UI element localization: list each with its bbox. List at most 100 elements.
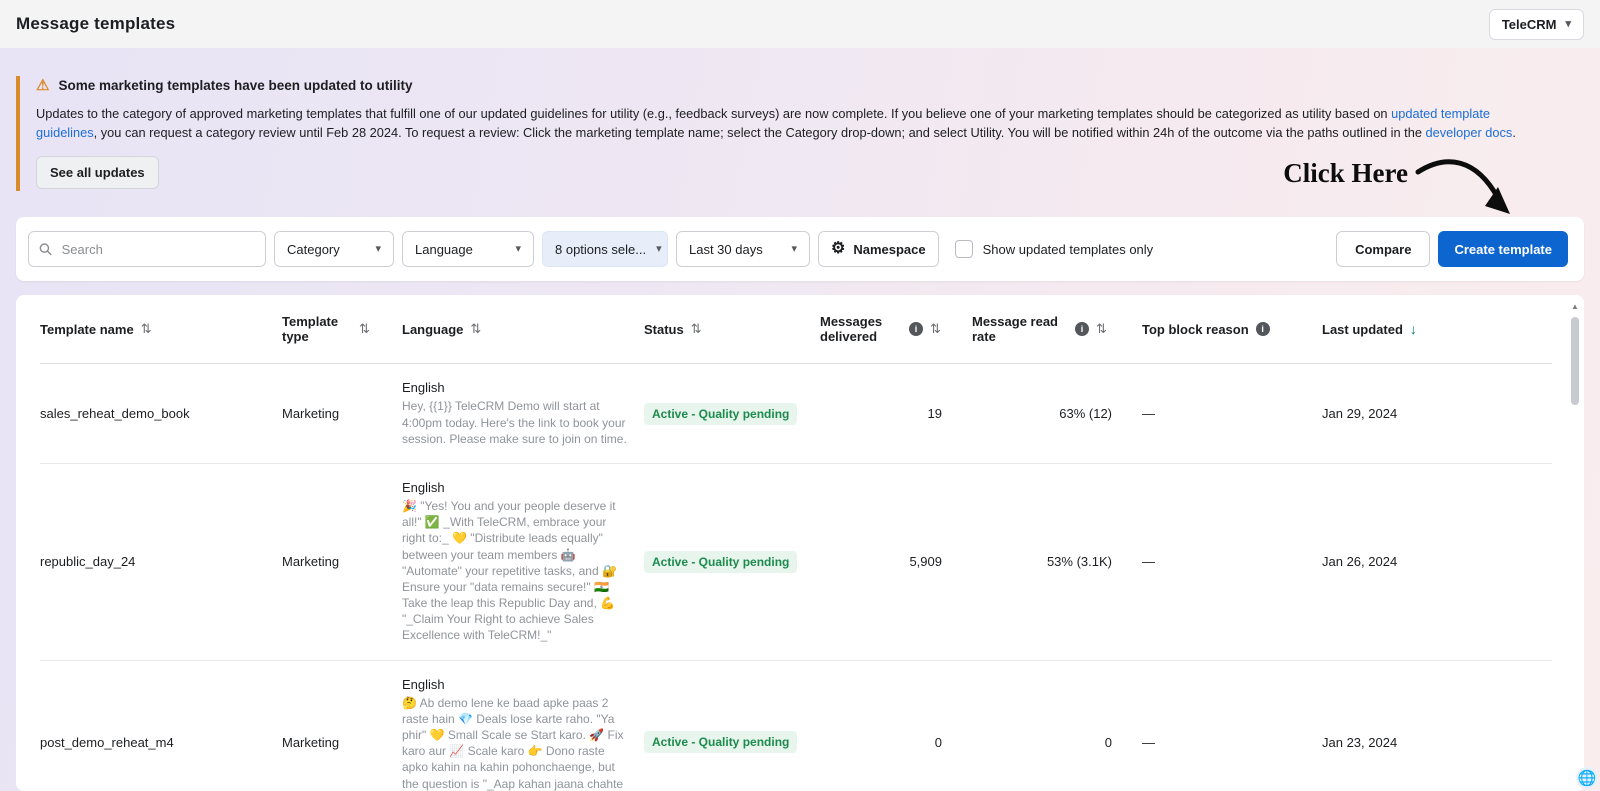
- header-language[interactable]: Language ⇅: [402, 295, 644, 364]
- click-here-annotation: Click Here: [1283, 158, 1514, 228]
- info-icon[interactable]: i: [1256, 322, 1270, 336]
- banner-body: Updates to the category of approved mark…: [36, 104, 1541, 142]
- template-name-cell[interactable]: sales_reheat_demo_book: [40, 364, 282, 464]
- banner-text-3: .: [1512, 125, 1516, 140]
- page-body: ⚠ Some marketing templates have been upd…: [0, 48, 1600, 791]
- language-cell: English 🤔 Ab demo lene ke baad apke paas…: [402, 660, 644, 791]
- account-name: TeleCRM: [1502, 17, 1557, 32]
- messages-delivered-cell: 5,909: [820, 463, 972, 660]
- sort-icon: ⇅: [1096, 321, 1107, 337]
- search-input-wrapper: [28, 231, 266, 267]
- block-reason-cell: —: [1142, 364, 1322, 464]
- language-name: English: [402, 380, 636, 395]
- block-reason-cell: —: [1142, 660, 1322, 791]
- language-cell: English Hey, {{1}} TeleCRM Demo will sta…: [402, 364, 644, 464]
- status-badge: Active - Quality pending: [644, 403, 797, 425]
- status-filter[interactable]: 8 options sele... ▾: [542, 231, 668, 267]
- status-filter-label: 8 options sele...: [555, 242, 646, 257]
- status-badge: Active - Quality pending: [644, 551, 797, 573]
- table-row[interactable]: sales_reheat_demo_book Marketing English…: [40, 364, 1552, 464]
- search-input[interactable]: [60, 241, 255, 258]
- table-row[interactable]: post_demo_reheat_m4 Marketing English 🤔 …: [40, 660, 1552, 791]
- language-name: English: [402, 480, 636, 495]
- page-title: Message templates: [16, 14, 175, 34]
- header-label: Template type: [282, 314, 352, 344]
- annotation-text: Click Here: [1283, 158, 1408, 189]
- chevron-down-icon: ▾: [515, 244, 521, 255]
- sort-descending-icon: ↓: [1410, 321, 1417, 337]
- last-updated-cell: Jan 26, 2024: [1322, 463, 1552, 660]
- category-filter-label: Category: [287, 242, 340, 257]
- block-reason-cell: —: [1142, 463, 1322, 660]
- scroll-up-icon[interactable]: ▲: [1569, 301, 1581, 313]
- template-preview: 🎉 "Yes! You and your people deserve it a…: [402, 498, 630, 644]
- header-label: Language: [402, 322, 463, 337]
- banner-title-row: ⚠ Some marketing templates have been upd…: [36, 76, 1584, 94]
- header-status[interactable]: Status ⇅: [644, 295, 820, 364]
- date-range-filter[interactable]: Last 30 days ▾: [676, 231, 810, 267]
- table-header-row: Template name ⇅ Template type ⇅ Language: [40, 295, 1552, 364]
- template-preview: 🤔 Ab demo lene ke baad apke paas 2 raste…: [402, 695, 630, 791]
- create-template-button[interactable]: Create template: [1438, 231, 1568, 267]
- curved-arrow-icon: [1414, 154, 1514, 228]
- chevron-down-icon: ▾: [656, 244, 662, 255]
- language-cell: English 🎉 "Yes! You and your people dese…: [402, 463, 644, 660]
- status-cell: Active - Quality pending: [644, 660, 820, 791]
- see-all-updates-button[interactable]: See all updates: [36, 156, 159, 189]
- gear-icon: ⚙: [831, 241, 845, 257]
- template-type-cell: Marketing: [282, 364, 402, 464]
- header-label: Last updated: [1322, 322, 1403, 337]
- template-type-cell: Marketing: [282, 463, 402, 660]
- language-name: English: [402, 677, 636, 692]
- info-icon[interactable]: i: [1075, 322, 1089, 336]
- header-template-name[interactable]: Template name ⇅: [40, 295, 282, 364]
- table-row[interactable]: republic_day_24 Marketing English 🎉 "Yes…: [40, 463, 1552, 660]
- namespace-button[interactable]: ⚙ Namespace: [818, 231, 939, 267]
- header-label: Status: [644, 322, 684, 337]
- sort-icon: ⇅: [691, 321, 702, 337]
- header-messages-delivered[interactable]: Messages delivered i ⇅: [820, 295, 972, 364]
- header-label: Messages delivered: [820, 314, 902, 344]
- chevron-down-icon: ▾: [375, 244, 381, 255]
- chevron-down-icon: ▾: [1565, 19, 1571, 30]
- last-updated-cell: Jan 23, 2024: [1322, 660, 1552, 791]
- status-badge: Active - Quality pending: [644, 731, 797, 753]
- template-name-cell[interactable]: post_demo_reheat_m4: [40, 660, 282, 791]
- show-updated-toggle[interactable]: Show updated templates only: [955, 240, 1154, 258]
- banner-text-1: Updates to the category of approved mark…: [36, 106, 1391, 121]
- vertical-scrollbar[interactable]: ▲: [1569, 301, 1581, 785]
- header-message-read-rate[interactable]: Message read rate i ⇅: [972, 295, 1142, 364]
- namespace-label: Namespace: [853, 242, 925, 257]
- template-preview: Hey, {{1}} TeleCRM Demo will start at 4:…: [402, 398, 630, 447]
- info-icon[interactable]: i: [909, 322, 923, 336]
- account-selector[interactable]: TeleCRM ▾: [1489, 9, 1584, 40]
- top-header: Message templates TeleCRM ▾: [0, 0, 1600, 48]
- header-top-block-reason[interactable]: Top block reason i: [1142, 295, 1322, 364]
- sort-icon: ⇅: [470, 321, 481, 337]
- last-updated-cell: Jan 29, 2024: [1322, 364, 1552, 464]
- developer-docs-link[interactable]: developer docs: [1426, 125, 1513, 140]
- header-label: Top block reason: [1142, 322, 1249, 337]
- template-type-cell: Marketing: [282, 660, 402, 791]
- read-rate-cell: 0: [972, 660, 1142, 791]
- messages-delivered-cell: 19: [820, 364, 972, 464]
- header-label: Message read rate: [972, 314, 1068, 344]
- category-filter[interactable]: Category ▾: [274, 231, 394, 267]
- header-template-type[interactable]: Template type ⇅: [282, 295, 402, 364]
- show-updated-checkbox[interactable]: [955, 240, 973, 258]
- messages-delivered-cell: 0: [820, 660, 972, 791]
- read-rate-cell: 53% (3.1K): [972, 463, 1142, 660]
- compare-button[interactable]: Compare: [1336, 231, 1430, 267]
- sort-icon: ⇅: [141, 321, 152, 337]
- chevron-down-icon: ▾: [791, 244, 797, 255]
- template-name-cell[interactable]: republic_day_24: [40, 463, 282, 660]
- language-filter[interactable]: Language ▾: [402, 231, 534, 267]
- search-icon: [39, 242, 52, 256]
- header-last-updated[interactable]: Last updated ↓: [1322, 295, 1552, 364]
- templates-table: Template name ⇅ Template type ⇅ Language: [40, 295, 1552, 791]
- scrollbar-thumb[interactable]: [1571, 317, 1579, 405]
- show-updated-label: Show updated templates only: [983, 242, 1154, 257]
- globe-icon[interactable]: 🌐: [1576, 767, 1598, 789]
- language-filter-label: Language: [415, 242, 473, 257]
- status-cell: Active - Quality pending: [644, 463, 820, 660]
